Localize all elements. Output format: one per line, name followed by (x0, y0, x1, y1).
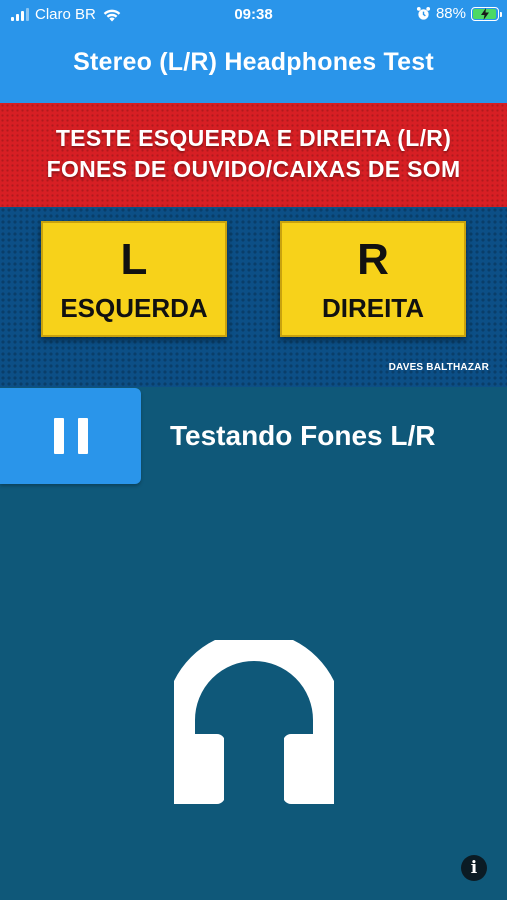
right-letter: R (357, 235, 389, 284)
app-header: Claro BR 09:38 88% Stereo (L/R) Headphon… (0, 0, 507, 103)
video-thumbnail: TESTE ESQUERDA E DIREITA (L/R) FONES DE … (0, 103, 507, 387)
banner-line-1: TESTE ESQUERDA E DIREITA (L/R) (55, 125, 452, 151)
battery-charging-icon (471, 6, 502, 21)
left-word: ESQUERDA (60, 293, 208, 323)
banner-line-2: FONES DE OUVIDO/CAIXAS DE SOM (46, 156, 461, 182)
right-channel-card: R DIREITA (280, 221, 466, 337)
now-playing-title: Testando Fones L/R (170, 420, 436, 451)
pause-button[interactable] (0, 388, 141, 484)
banner-red-strip: TESTE ESQUERDA E DIREITA (L/R) FONES DE … (0, 103, 507, 207)
headphones-icon (174, 640, 334, 804)
info-icon: i (470, 858, 478, 878)
page-title: Stereo (L/R) Headphones Test (73, 48, 434, 76)
info-button[interactable]: i (461, 855, 487, 881)
battery-percent: 88% (435, 5, 466, 22)
pause-icon (54, 418, 90, 454)
left-letter: L (120, 235, 148, 284)
banner-credit: DAVES BALTHAZAR (388, 362, 489, 373)
status-bar: Claro BR 09:38 88% (0, 0, 507, 32)
right-word: DIREITA (321, 293, 425, 323)
left-channel-card: L ESQUERDA (41, 221, 227, 337)
alarm-icon (416, 6, 431, 20)
